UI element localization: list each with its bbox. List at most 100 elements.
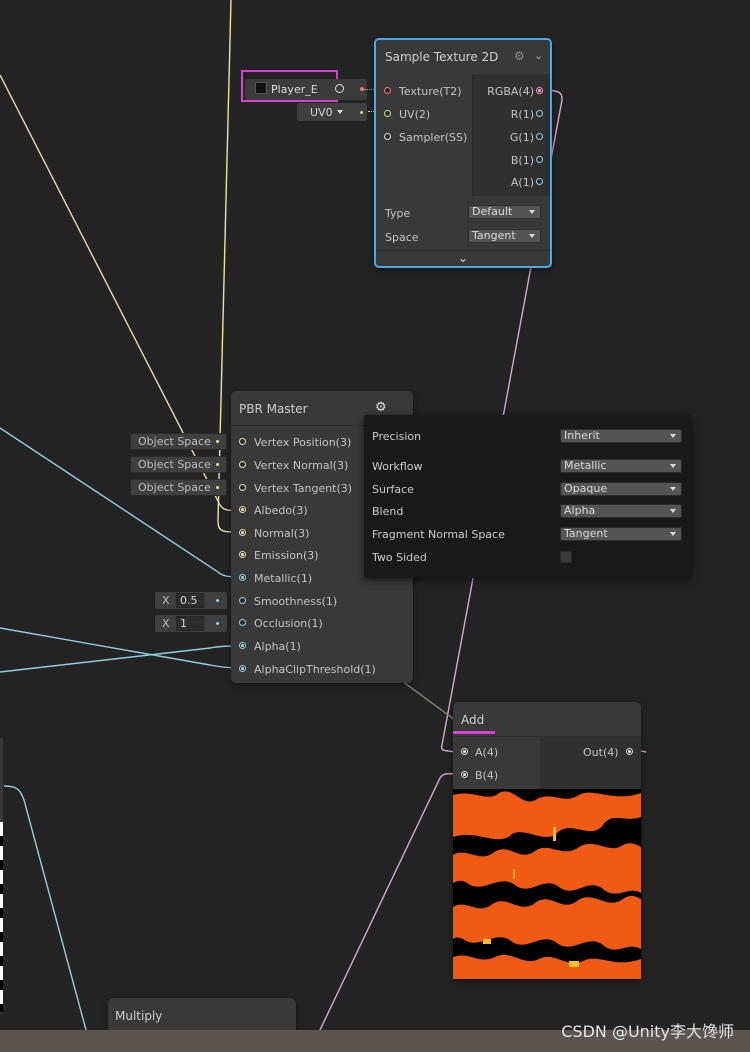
- wire-cyan-alpha: [0, 645, 241, 673]
- occlusion-label: Occlusion(1): [254, 617, 323, 630]
- property-chip[interactable]: Player_E: [245, 79, 367, 100]
- add-preview-image: [453, 789, 641, 979]
- type-value: Default: [472, 205, 513, 218]
- outputs-column: RGBA(4) R(1) G(1) B(1) A(1): [474, 74, 550, 196]
- uv-chip[interactable]: UV0: [297, 103, 367, 121]
- smoothness-port[interactable]: [239, 597, 246, 604]
- alpha-clip-threshold-port[interactable]: [239, 665, 246, 672]
- occlusion-port[interactable]: [239, 619, 246, 626]
- g-out-port[interactable]: [536, 133, 543, 140]
- chevron-down-icon[interactable]: ⌄: [534, 49, 543, 62]
- node-title: PBR Master: [239, 402, 308, 416]
- vertex-position-label: Vertex Position(3): [254, 436, 352, 449]
- x-label: X: [162, 617, 170, 630]
- object-picker-icon[interactable]: [335, 84, 344, 93]
- vertex-normal-space-chip[interactable]: Object Space: [130, 456, 227, 473]
- a-out-label: A(1): [510, 176, 534, 189]
- surface-value: Opaque: [564, 482, 608, 495]
- chip-port-icon: [216, 463, 219, 466]
- node-settings: Type Default Space Tangent: [376, 196, 550, 250]
- two-sided-checkbox[interactable]: [560, 551, 572, 563]
- occlusion-value[interactable]: 1: [176, 616, 204, 631]
- selection-underline: [453, 731, 495, 734]
- space-dropdown[interactable]: Tangent: [468, 229, 541, 243]
- sample-texture-2d-node[interactable]: Sample Texture 2D ⚙ ⌄ Texture(T2) UV(2) …: [374, 38, 552, 268]
- texture-thumbnail-icon: [255, 82, 267, 94]
- out-label: Out(4): [583, 746, 619, 759]
- add-node[interactable]: Add A(4) B(4) Out(4): [453, 702, 641, 979]
- normal-label: Normal(3): [254, 527, 310, 540]
- rgba-out-label: RGBA(4): [487, 85, 534, 98]
- workflow-dropdown[interactable]: Metallic: [560, 459, 682, 473]
- vertex-normal-port[interactable]: [239, 461, 246, 468]
- blend-dropdown[interactable]: Alpha: [560, 504, 682, 518]
- uv-out-port-icon[interactable]: [360, 111, 363, 114]
- chevron-down-icon: [670, 434, 676, 438]
- a-out-port[interactable]: [536, 178, 543, 185]
- smoothness-value[interactable]: 0.5: [176, 593, 204, 608]
- r-out-port[interactable]: [536, 110, 543, 117]
- rgba-out-port[interactable]: [536, 87, 543, 94]
- chip-port-icon: [216, 486, 219, 489]
- vertex-position-port[interactable]: [239, 438, 246, 445]
- smoothness-label: Smoothness(1): [254, 595, 338, 608]
- precision-value: Inherit: [564, 429, 600, 442]
- surface-dropdown[interactable]: Opaque: [560, 482, 682, 496]
- master-settings-popup[interactable]: Precision Inherit Workflow Metallic Surf…: [364, 415, 691, 578]
- a-in-port[interactable]: [461, 748, 468, 755]
- uv-chip-label: UV0: [310, 106, 333, 119]
- vertex-tangent-label: Vertex Tangent(3): [254, 482, 353, 495]
- uv-in-port[interactable]: [384, 110, 391, 117]
- normal-port[interactable]: [239, 529, 246, 536]
- gear-icon[interactable]: ⚙: [375, 400, 387, 415]
- emission-port[interactable]: [239, 551, 246, 558]
- outputs-column: [540, 737, 641, 789]
- texture-in-label: Texture(T2): [399, 85, 462, 98]
- smoothness-field[interactable]: X 0.5: [155, 592, 227, 609]
- node-header[interactable]: Sample Texture 2D ⚙ ⌄: [376, 40, 550, 74]
- collapse-toggle[interactable]: ⌄: [376, 250, 550, 266]
- metallic-port[interactable]: [239, 574, 246, 581]
- node-title: Multiply: [115, 1009, 163, 1023]
- chip-label: Object Space: [138, 435, 211, 448]
- sampler-in-port[interactable]: [384, 133, 391, 140]
- chevron-down-icon: [670, 532, 676, 536]
- gear-icon[interactable]: ⚙: [514, 49, 525, 63]
- g-out-label: G(1): [509, 131, 534, 144]
- alpha-clip-threshold-label: AlphaClipThreshold(1): [254, 663, 376, 676]
- texture-in-port[interactable]: [384, 87, 391, 94]
- b-out-label: B(1): [510, 154, 534, 167]
- chevron-down-icon: [529, 210, 535, 214]
- sampler-in-label: Sampler(SS): [399, 131, 468, 144]
- field-port-icon: [216, 599, 219, 602]
- occlusion-field[interactable]: X 1: [155, 615, 227, 632]
- space-value: Tangent: [472, 229, 516, 242]
- node-title: Add: [461, 713, 485, 727]
- chevron-down-icon: [670, 487, 676, 491]
- chevron-down-icon: [337, 110, 343, 114]
- alpha-port[interactable]: [239, 642, 246, 649]
- wire-cyan-alpha-clip: [0, 627, 241, 669]
- blend-value: Alpha: [564, 504, 596, 517]
- metallic-label: Metallic(1): [254, 572, 313, 585]
- vertex-tangent-port[interactable]: [239, 484, 246, 491]
- x-label: X: [162, 594, 170, 607]
- vertex-position-space-chip[interactable]: Object Space: [130, 433, 227, 450]
- chevron-down-icon: [670, 464, 676, 468]
- vertex-tangent-space-chip[interactable]: Object Space: [130, 479, 227, 496]
- albedo-label: Albedo(3): [254, 504, 308, 517]
- chip-label: Object Space: [138, 458, 211, 471]
- fragment-normal-space-dropdown[interactable]: Tangent: [560, 527, 682, 541]
- type-dropdown[interactable]: Default: [468, 205, 541, 219]
- b-in-port[interactable]: [461, 771, 468, 778]
- b-out-port[interactable]: [536, 156, 543, 163]
- chevron-down-icon: ⌄: [458, 251, 469, 265]
- watermark-text: CSDN @Unity李大馋师: [561, 1022, 734, 1041]
- uv-in-label: UV(2): [399, 108, 431, 121]
- albedo-port[interactable]: [239, 506, 246, 513]
- out-port[interactable]: [626, 748, 633, 755]
- workflow-label: Workflow: [372, 460, 423, 473]
- precision-dropdown[interactable]: Inherit: [560, 429, 682, 443]
- blend-label: Blend: [372, 505, 404, 518]
- b-in-label: B(4): [475, 769, 499, 782]
